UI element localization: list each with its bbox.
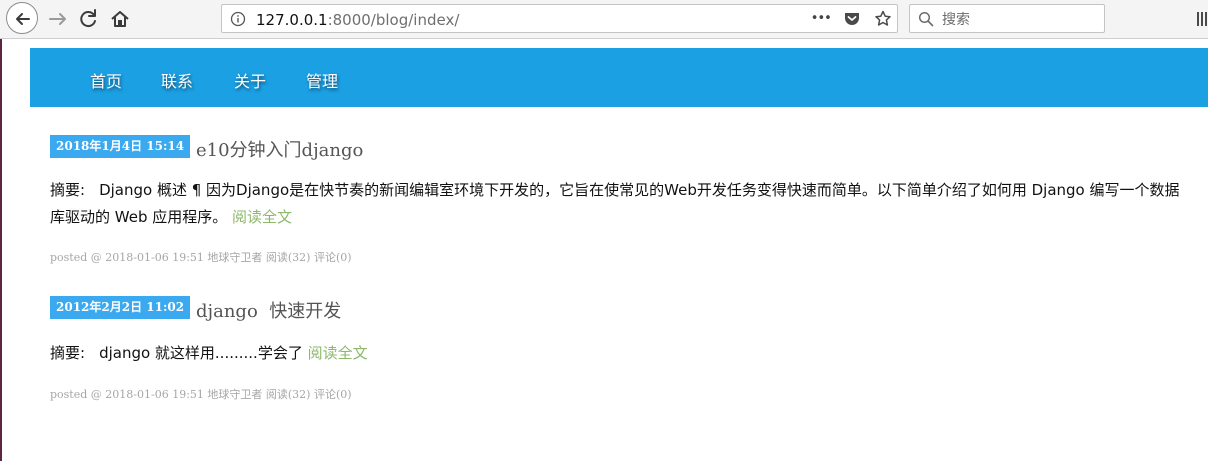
summary-label: 摘要: (50, 181, 86, 199)
post-title-link[interactable]: django 快速开发 (196, 297, 341, 323)
search-bar[interactable] (909, 4, 1105, 33)
back-button[interactable] (6, 2, 38, 34)
summary-text-line1: django 就这样用.........学会了 (99, 344, 303, 362)
summary-text-line1: Django 概述 ¶ 因为Django是在快节奏的新闻编辑室环境下开发的，它旨… (99, 181, 1180, 199)
browser-toolbar: 127.0.0.1:8000/blog/index/ ••• (0, 0, 1208, 39)
post-summary: 摘要: Django 概述 ¶ 因为Django是在快节奏的新闻编辑室环境下开发的… (50, 177, 1208, 231)
post-meta: posted @ 2018-01-06 19:51 地球守卫者 阅读(32) 评… (50, 251, 352, 264)
back-arrow-icon (16, 13, 30, 25)
library-icon[interactable] (1196, 10, 1208, 28)
forward-arrow-icon (49, 13, 66, 25)
forward-button[interactable] (44, 5, 72, 33)
home-button[interactable] (106, 5, 134, 33)
url-host: 127.0.0.1 (256, 11, 328, 29)
info-icon[interactable] (230, 11, 246, 27)
home-icon (111, 11, 129, 27)
search-input[interactable] (940, 8, 1104, 31)
url-actions: ••• (805, 8, 893, 30)
site-navbar: 首页 联系 关于 管理 (30, 48, 1208, 107)
bookmark-star-icon[interactable] (873, 8, 893, 34)
search-icon (918, 11, 934, 27)
url-text[interactable]: 127.0.0.1:8000/blog/index/ (256, 11, 459, 29)
read-more-link[interactable]: 阅读全文 (232, 208, 292, 226)
pocket-icon[interactable] (842, 8, 862, 34)
post-date-badge: 2018年1月4日 15:14 (50, 135, 191, 158)
reload-icon (80, 9, 96, 28)
post-date-badge: 2012年2月2日 11:02 (50, 296, 191, 319)
summary-label: 摘要: (50, 344, 86, 362)
url-bar[interactable]: 127.0.0.1:8000/blog/index/ ••• (221, 4, 898, 33)
url-path: :8000/blog/index/ (327, 11, 460, 29)
post-summary: 摘要: django 就这样用.........学会了 阅读全文 (50, 340, 1208, 367)
read-more-link[interactable]: 阅读全文 (308, 344, 368, 362)
nav-admin[interactable]: 管理 (306, 68, 338, 92)
more-icon[interactable]: ••• (811, 8, 832, 30)
nav-contact[interactable]: 联系 (161, 68, 193, 92)
nav-about[interactable]: 关于 (234, 68, 266, 92)
post-meta: posted @ 2018-01-06 19:51 地球守卫者 阅读(32) 评… (50, 388, 352, 401)
post-title-link[interactable]: e10分钟入门django (196, 136, 363, 162)
window-edge (0, 39, 2, 461)
reload-button[interactable] (75, 5, 103, 33)
nav-home[interactable]: 首页 (90, 68, 122, 92)
summary-text-line2: 库驱动的 Web 应用程序。 (50, 208, 228, 226)
